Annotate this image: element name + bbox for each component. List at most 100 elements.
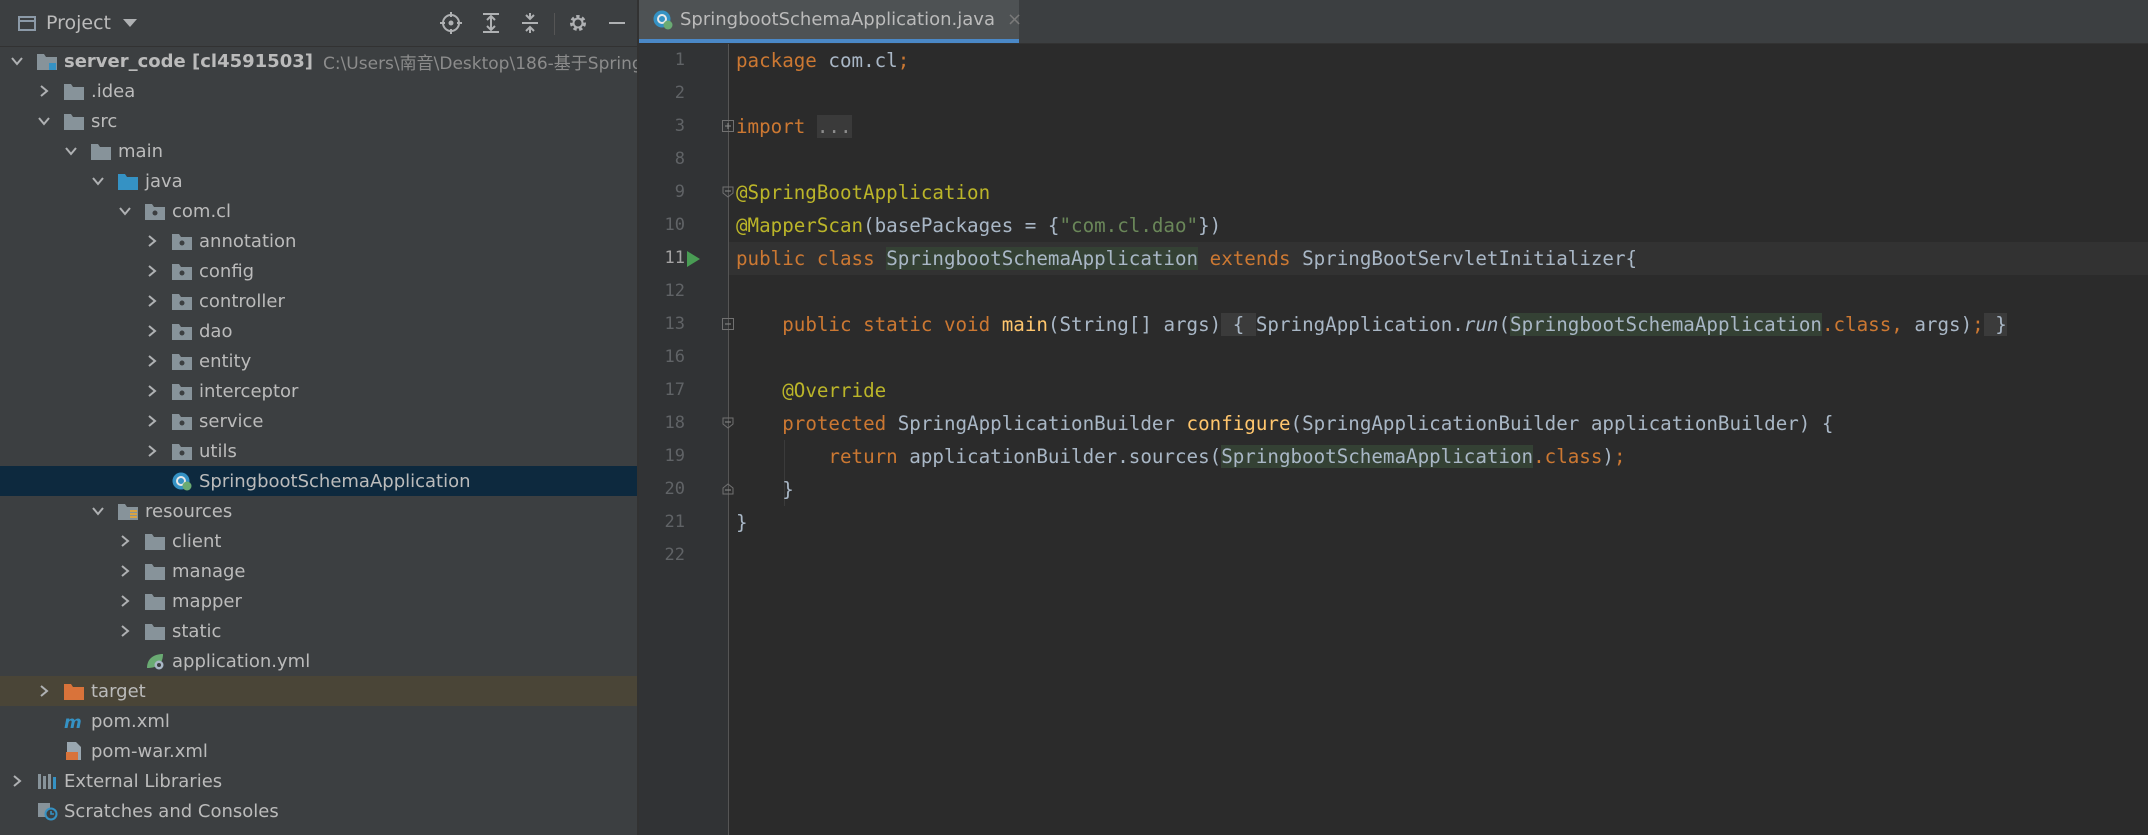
chevron-down-icon[interactable] [123, 19, 138, 27]
code-line-9: @SpringBootApplication [736, 176, 990, 209]
tree-item-label: java [145, 170, 183, 192]
tree-item-com-cl[interactable]: com.cl [0, 196, 637, 226]
chevron-right-icon[interactable] [145, 444, 159, 458]
editor-tab-bar: SpringbootSchemaApplication.java × [639, 0, 2148, 44]
code-token: ; [1613, 445, 1626, 468]
tree-item-dao[interactable]: dao [0, 316, 637, 346]
chevron-right-icon[interactable] [10, 774, 24, 788]
fold-minus-icon[interactable] [722, 417, 734, 429]
chevron-right-icon[interactable] [145, 294, 159, 308]
tree-item-client[interactable]: client [0, 526, 637, 556]
tree-item-server-code[interactable]: server_code [cl4591503] C:\Users\南音\Desk… [0, 46, 637, 76]
tree-item-label: manage [172, 560, 246, 582]
run-icon[interactable] [684, 250, 702, 268]
tree-item-controller[interactable]: controller [0, 286, 637, 316]
maven-icon: m [63, 711, 85, 731]
source-folder-icon [117, 171, 139, 191]
tab-title: SpringbootSchemaApplication.java [680, 9, 995, 30]
chevron-down-icon[interactable] [91, 174, 105, 188]
code-editor[interactable]: 1 2 3 8 9 10 11 12 13 16 17 18 19 20 21 … [639, 44, 2148, 835]
folder-icon [63, 81, 85, 101]
tree-item-src[interactable]: src [0, 106, 637, 136]
line-number: 20 [664, 479, 685, 499]
tree-item-label: interceptor [199, 380, 299, 402]
line-number: 10 [664, 215, 685, 235]
tree-item-springboot-schema-application[interactable]: SpringbootSchemaApplication [0, 466, 637, 496]
tab-springboot-schema-application-java[interactable]: SpringbootSchemaApplication.java × [639, 0, 1022, 43]
code-token: SpringBootServletInitializer{ [1290, 247, 1638, 270]
tree-item-target[interactable]: target [0, 676, 637, 706]
tree-item-external-libraries[interactable]: External Libraries [0, 766, 637, 796]
code-line-13: public static void main(String[] args) {… [736, 308, 2007, 341]
chevron-right-icon[interactable] [118, 534, 132, 548]
project-view-selector[interactable]: Project [18, 12, 138, 34]
fold-plus-icon[interactable] [722, 120, 734, 132]
tree-item-entity[interactable]: entity [0, 346, 637, 376]
line-number: 21 [664, 512, 685, 532]
folded-imports[interactable]: ... [816, 115, 852, 138]
tree-item-label: resources [145, 500, 233, 522]
chevron-right-icon[interactable] [145, 324, 159, 338]
fold-minus-icon[interactable] [722, 483, 734, 495]
code-token: @SpringBootApplication [736, 181, 991, 204]
libraries-icon [36, 771, 58, 791]
tree-item-mapper[interactable]: mapper [0, 586, 637, 616]
tree-item-static[interactable]: static [0, 616, 637, 646]
line-number: 22 [664, 545, 685, 565]
tree-item-resources[interactable]: resources [0, 496, 637, 526]
tree-item-application-yml[interactable]: application.yml [0, 646, 637, 676]
chevron-right-icon[interactable] [145, 384, 159, 398]
gear-icon[interactable] [566, 11, 590, 35]
tree-item-interceptor[interactable]: interceptor [0, 376, 637, 406]
project-view-label: Project [46, 12, 112, 34]
tree-item-utils[interactable]: utils [0, 436, 637, 466]
tree-item-service[interactable]: service [0, 406, 637, 436]
spring-boot-class-icon [652, 9, 674, 31]
chevron-right-icon[interactable] [37, 84, 51, 98]
chevron-down-icon[interactable] [10, 54, 24, 68]
line-number: 11 [664, 248, 685, 268]
chevron-right-icon[interactable] [145, 234, 159, 248]
chevron-down-icon[interactable] [64, 144, 78, 158]
package-icon [171, 351, 193, 371]
tree-item-config[interactable]: config [0, 256, 637, 286]
tree-item-java[interactable]: java [0, 166, 637, 196]
tree-item-label: entity [199, 350, 252, 372]
chevron-right-icon[interactable] [145, 414, 159, 428]
expand-all-icon[interactable] [479, 11, 503, 35]
tree-item-label: config [199, 260, 255, 282]
collapse-all-icon[interactable] [518, 11, 542, 35]
close-icon[interactable]: × [1007, 9, 1022, 30]
tree-item-idea[interactable]: .idea [0, 76, 637, 106]
fold-minus-icon[interactable] [722, 186, 734, 198]
code-token: com.cl [816, 49, 898, 72]
code-token: SpringApplicationBuilder [886, 412, 1187, 435]
fold-minus-icon[interactable] [722, 318, 734, 330]
tree-item-pom-xml[interactable]: m pom.xml [0, 706, 637, 736]
code-token: ; [897, 49, 910, 72]
chevron-right-icon[interactable] [145, 264, 159, 278]
excluded-folder-icon [63, 681, 85, 701]
tree-item-main[interactable]: main [0, 136, 637, 166]
chevron-right-icon[interactable] [118, 594, 132, 608]
chevron-right-icon[interactable] [118, 624, 132, 638]
code-token: SpringbootSchemaApplication [1510, 313, 1822, 336]
chevron-down-icon[interactable] [118, 204, 132, 218]
chevron-right-icon[interactable] [145, 354, 159, 368]
code-token: configure [1186, 412, 1291, 435]
tree-item-annotation[interactable]: annotation [0, 226, 637, 256]
code-token: ; [1972, 313, 1984, 336]
spring-boot-class-icon [171, 471, 193, 491]
line-number: 9 [674, 182, 685, 202]
chevron-right-icon[interactable] [118, 564, 132, 578]
tree-item-label: static [172, 620, 222, 642]
chevron-down-icon[interactable] [91, 504, 105, 518]
chevron-right-icon[interactable] [37, 684, 51, 698]
locate-icon[interactable] [439, 11, 463, 35]
tree-item-pom-war-xml[interactable]: pom-war.xml [0, 736, 637, 766]
minimize-icon[interactable] [605, 11, 629, 35]
tree-item-manage[interactable]: manage [0, 556, 637, 586]
chevron-down-icon[interactable] [37, 114, 51, 128]
package-icon [171, 261, 193, 281]
tree-item-scratches-and-consoles[interactable]: Scratches and Consoles [0, 796, 637, 826]
